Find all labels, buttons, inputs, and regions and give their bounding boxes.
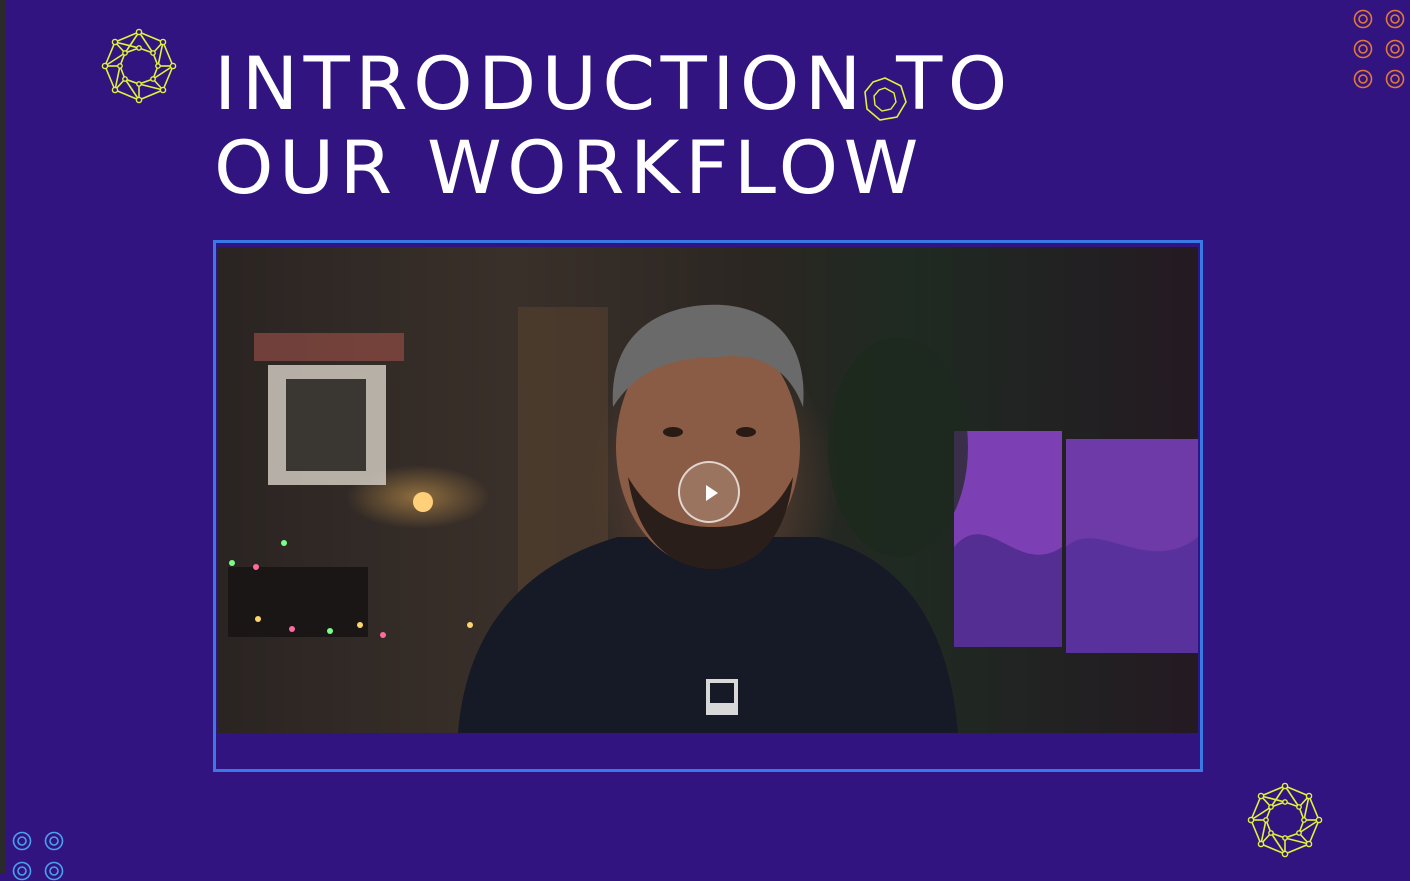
top-right-ring-grid [1353, 9, 1405, 89]
video-thumbnail[interactable] [218, 247, 1198, 733]
hexagon-outline-graphic [864, 77, 907, 121]
concentric-ring-icon [12, 861, 32, 881]
network-octagon-icon [100, 28, 178, 106]
concentric-ring-icon [1353, 69, 1373, 89]
concentric-ring-icon [1353, 9, 1373, 29]
play-button[interactable] [678, 461, 740, 523]
hexagon-outline-icon [862, 76, 908, 122]
network-octagon-graphic [101, 28, 177, 104]
concentric-ring-icon [1353, 39, 1373, 59]
network-octagon-icon [1246, 782, 1324, 860]
video-control-bar[interactable] [216, 735, 1200, 769]
concentric-ring-icon [44, 861, 64, 881]
window-left-edge [0, 0, 6, 874]
slide-title-line-2: OUR WORKFLOW [214, 124, 924, 212]
concentric-ring-icon [1385, 39, 1405, 59]
video-player[interactable] [213, 240, 1203, 772]
concentric-ring-icon [1385, 9, 1405, 29]
concentric-ring-icon [1385, 69, 1405, 89]
concentric-ring-icon [44, 831, 64, 851]
concentric-ring-icon [12, 831, 32, 851]
slide-title: INTRODUCTION TO OUR WORKFLOW [214, 42, 1013, 210]
network-octagon-graphic [1247, 782, 1323, 858]
